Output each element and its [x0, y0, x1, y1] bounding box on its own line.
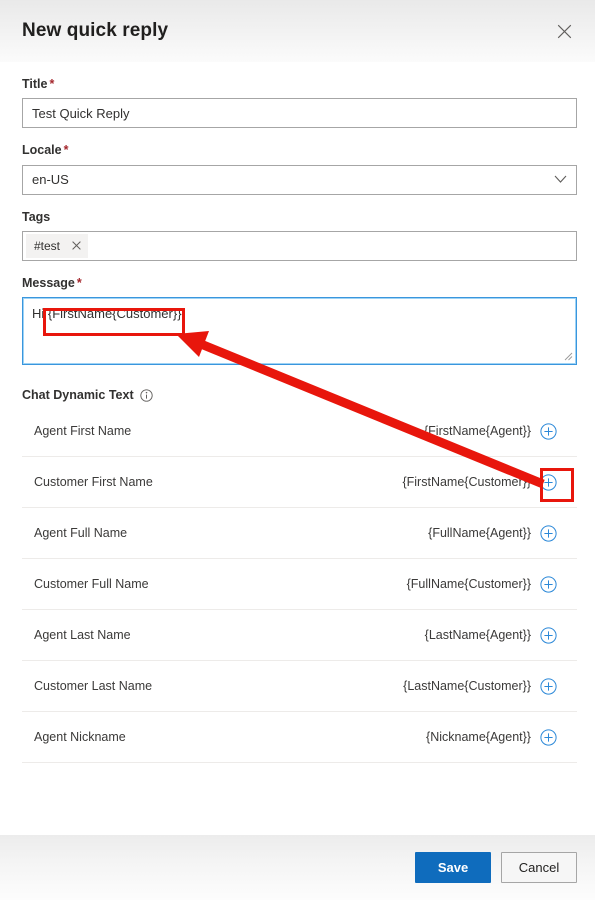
chat-dynamic-text-title: Chat Dynamic Text [22, 388, 134, 402]
message-label: Message * [22, 275, 577, 291]
message-label-text: Message [22, 275, 75, 290]
plus-circle-icon[interactable] [539, 575, 557, 593]
dynamic-text-token: {LastName{Customer}} [403, 679, 531, 693]
title-required-marker: * [49, 77, 55, 91]
plus-circle-icon[interactable] [539, 524, 557, 542]
dynamic-text-name: Agent Full Name [34, 526, 128, 540]
plus-circle-icon[interactable] [539, 422, 557, 440]
close-icon[interactable] [549, 16, 579, 46]
tags-label: Tags [22, 209, 577, 225]
tags-label-text: Tags [22, 209, 51, 224]
dynamic-text-token: {FullName{Agent}} [428, 526, 531, 540]
locale-label: Locale * [22, 142, 577, 158]
dynamic-text-name: Customer Full Name [34, 577, 149, 591]
locale-select[interactable] [22, 164, 577, 195]
dynamic-text-name: Customer First Name [34, 475, 153, 489]
message-required-marker: * [76, 275, 82, 290]
tags-input[interactable]: #test [22, 230, 577, 261]
new-quick-reply-panel: New quick reply Title* Locale* [0, 0, 595, 900]
cancel-button[interactable]: Cancel [501, 852, 577, 883]
tag-label: #test [34, 238, 61, 253]
locale-required-marker: * [63, 143, 69, 158]
dynamic-text-name: Customer Last Name [34, 679, 153, 693]
dynamic-text-token: {Nickname{Agent}} [426, 730, 531, 744]
list-item[interactable]: Customer Last Name {LastName{Customer}} [22, 661, 577, 712]
dynamic-text-token: {FirstName{Agent}} [423, 424, 531, 438]
message-wrap: Hi {FirstName{Customer}} [22, 297, 577, 370]
message-field-group: Message * Hi {FirstName{Customer}} [22, 275, 577, 370]
panel-body: Title* Locale* Tags [0, 62, 595, 835]
title-label-text: Title [22, 77, 48, 91]
locale-select-wrap [22, 164, 577, 195]
page-title: New quick reply [22, 19, 169, 41]
plus-circle-icon[interactable] [539, 728, 557, 746]
dynamic-text-list: Agent First Name {FirstName{Agent}} Cust… [22, 406, 577, 763]
locale-label-text: Locale [22, 143, 62, 158]
save-button[interactable]: Save [415, 852, 491, 883]
plus-circle-icon[interactable] [539, 677, 557, 695]
list-item[interactable]: Agent Last Name {LastName{Agent}} [22, 610, 577, 661]
title-label: Title * [22, 76, 577, 92]
tags-field-group: Tags #test [22, 209, 577, 261]
plus-circle-icon[interactable] [539, 473, 557, 491]
dynamic-text-name: Agent First Name [34, 424, 132, 438]
dynamic-text-name: Agent Nickname [34, 730, 126, 744]
title-input[interactable] [22, 98, 577, 129]
dynamic-text-token: {FullName{Customer}} [406, 577, 531, 591]
plus-circle-icon[interactable] [539, 626, 557, 644]
locale-field-group: Locale * [22, 142, 577, 195]
list-item[interactable]: Customer Full Name {FullName{Customer}} [22, 559, 577, 610]
list-item[interactable]: Agent Full Name {FullName{Agent}} [22, 508, 577, 559]
dynamic-text-name: Agent Last Name [34, 628, 131, 642]
info-circle-icon[interactable] [139, 388, 153, 402]
list-item[interactable]: Agent Nickname {Nickname{Agent}} [22, 712, 577, 763]
title-field-group: Title * [22, 76, 577, 129]
panel-header: New quick reply [0, 0, 595, 62]
list-item[interactable]: Agent First Name {FirstName{Agent}} [22, 406, 577, 457]
panel-footer: Save Cancel [0, 835, 595, 900]
dynamic-text-token: {FirstName{Customer}} [402, 475, 531, 489]
tag-chip[interactable]: #test [26, 233, 89, 258]
tag-remove-icon[interactable] [68, 238, 84, 254]
dynamic-text-token: {LastName{Agent}} [424, 628, 531, 642]
list-item[interactable]: Customer First Name {FirstName{Customer}… [22, 457, 577, 508]
chat-dynamic-text-header: Chat Dynamic Text [22, 388, 577, 402]
message-textarea[interactable]: Hi {FirstName{Customer}} [22, 297, 577, 365]
